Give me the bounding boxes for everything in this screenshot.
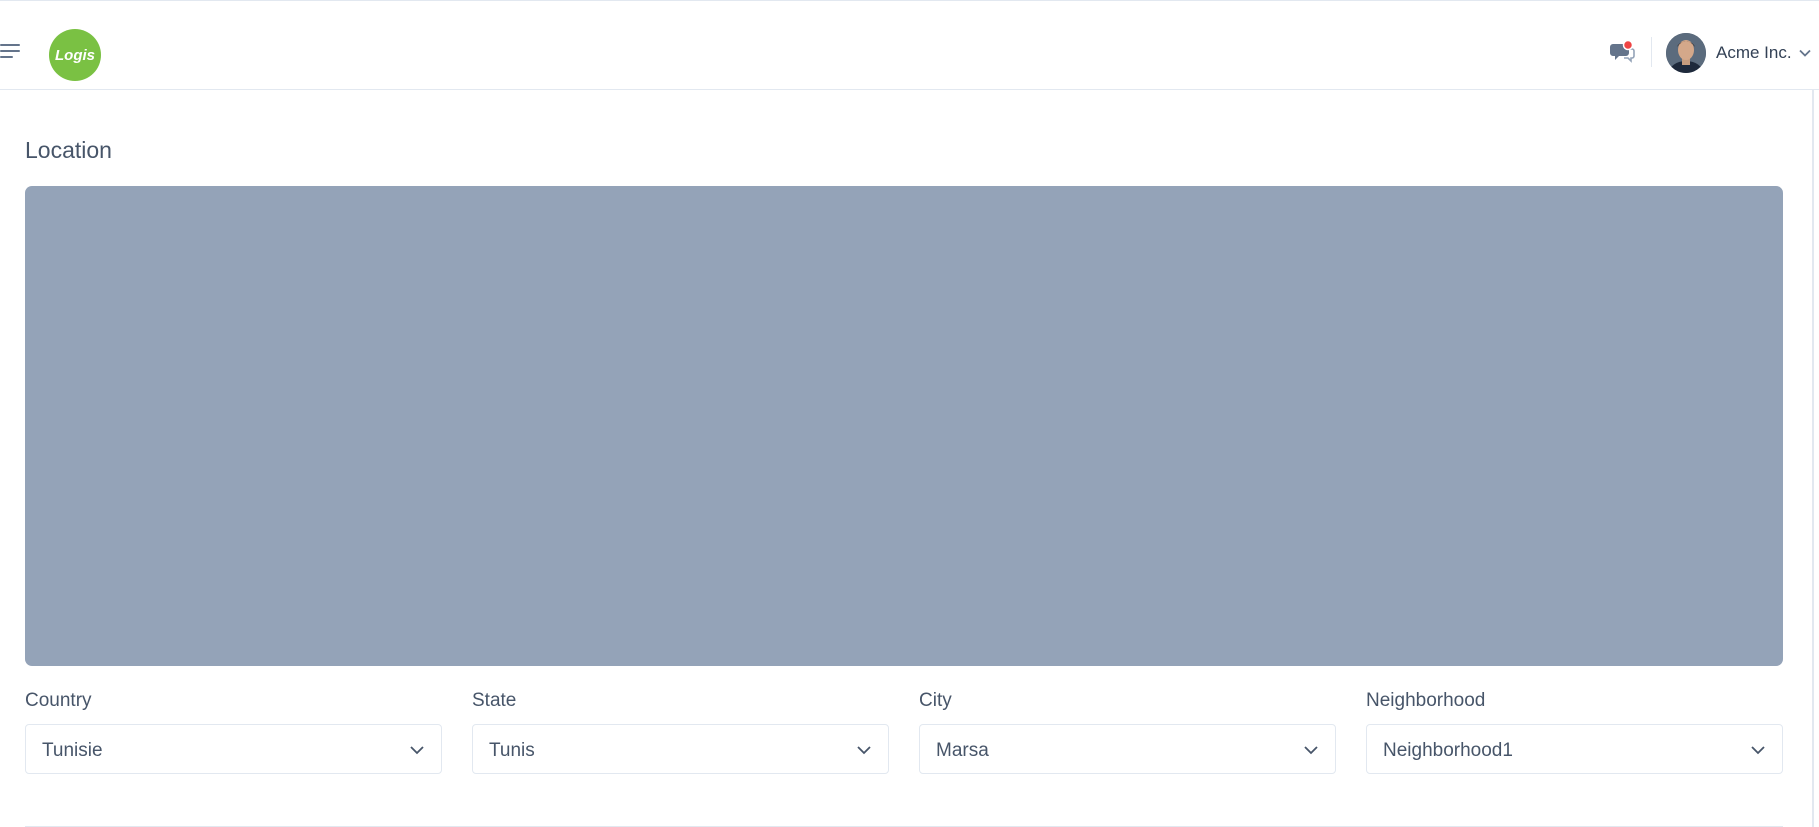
chevron-down-icon	[857, 746, 871, 755]
chevron-down-icon	[1798, 49, 1811, 57]
map-placeholder[interactable]	[25, 186, 1783, 666]
city-select[interactable]: Marsa	[919, 724, 1336, 774]
section-title: Location	[25, 137, 112, 163]
city-field: City Marsa	[919, 690, 1336, 774]
hamburger-icon[interactable]	[0, 39, 24, 63]
city-label: City	[919, 690, 952, 711]
chevron-down-icon	[410, 746, 424, 755]
country-value: Tunisie	[42, 740, 103, 761]
scrollbar[interactable]	[1812, 90, 1814, 827]
user-menu[interactable]: Acme Inc.	[1666, 31, 1812, 75]
avatar	[1666, 33, 1706, 73]
neighborhood-field: Neighborhood Neighborhood1	[1366, 690, 1783, 774]
neighborhood-value: Neighborhood1	[1383, 740, 1513, 761]
country-select[interactable]: Tunisie	[25, 724, 442, 774]
chevron-down-icon	[1304, 746, 1318, 755]
country-label: Country	[25, 690, 92, 711]
country-field: Country Tunisie	[25, 690, 442, 774]
user-name: Acme Inc.	[1716, 43, 1792, 62]
page: Logis Acme Inc. Location Country Tunisie…	[0, 0, 1819, 827]
city-value: Marsa	[936, 740, 989, 761]
state-label: State	[472, 690, 517, 711]
neighborhood-select[interactable]: Neighborhood1	[1366, 724, 1783, 774]
chevron-down-icon	[1751, 746, 1765, 755]
state-select[interactable]: Tunis	[472, 724, 889, 774]
state-value: Tunis	[489, 740, 535, 761]
state-field: State Tunis	[472, 690, 889, 774]
top-bar: Logis Acme Inc.	[0, 0, 1819, 90]
header-divider	[1651, 37, 1652, 67]
neighborhood-label: Neighborhood	[1366, 690, 1486, 711]
logo[interactable]: Logis	[49, 29, 101, 81]
chat-notification-icon[interactable]	[1610, 39, 1636, 63]
logo-text: Logis	[55, 46, 95, 64]
